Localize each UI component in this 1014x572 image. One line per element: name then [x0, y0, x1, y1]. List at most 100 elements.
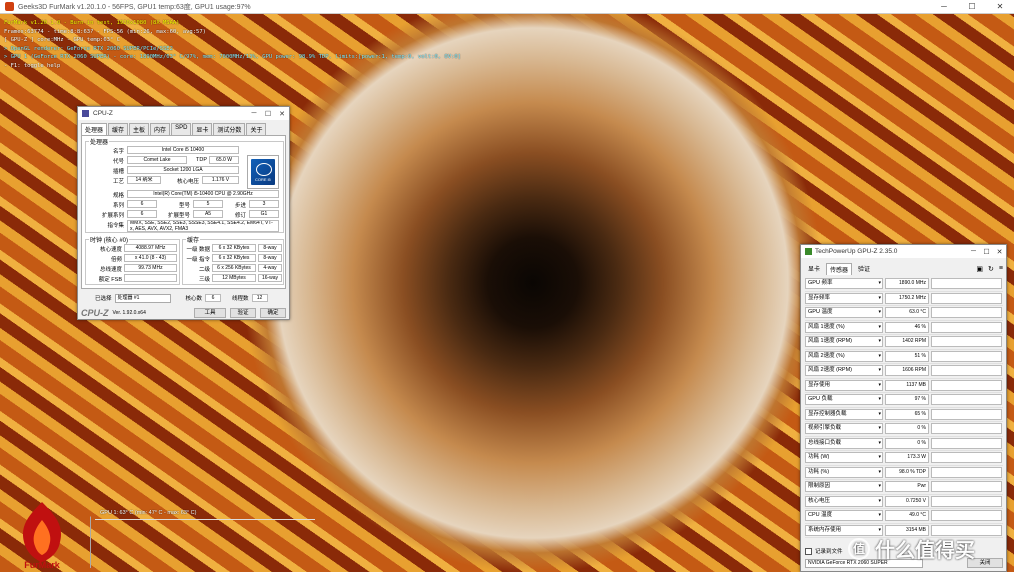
minimize-button[interactable]: ─ [247, 110, 261, 118]
minimize-button[interactable]: ─ [967, 248, 980, 256]
sensor-name-dropdown[interactable]: 总线接口负载 [805, 437, 883, 449]
voltage-value: 1.176 V [202, 176, 239, 184]
ext-family-value: 6 [127, 210, 157, 218]
cores-value: 6 [205, 294, 222, 302]
sensor-value: 51 % [885, 350, 929, 362]
maximize-button[interactable]: ☐ [261, 110, 275, 118]
sensor-row: 限制原因Pwr [805, 480, 1003, 495]
tab-memory[interactable]: 内存 [150, 123, 171, 135]
tab-mainboard[interactable]: 主板 [129, 123, 150, 135]
osd-line: Frames:63774 - time:8:8:63? - FPS:56 (mi… [4, 28, 206, 35]
sensor-row: 核心电压0.7250 V [805, 495, 1003, 509]
sensor-value: 1890.0 MHz [885, 278, 929, 290]
sensor-value: 0 % [885, 437, 929, 449]
tdp-label: TDP [196, 157, 207, 163]
sensor-graph [931, 437, 1002, 449]
gpuz-window: TechPowerUp GPU-Z 2.35.0 ─ ☐ ✕ 显卡 传感器 验证 ▣… [800, 244, 1007, 572]
sensor-name-dropdown[interactable]: 风扇 2速度 (%) [805, 350, 883, 362]
sensor-graph [931, 350, 1002, 362]
l2-label: 二级 [198, 267, 210, 273]
sensor-name-dropdown[interactable]: 风扇 1速度 (RPM) [805, 336, 883, 348]
intel-core-i5-logo: CORE i5 [247, 155, 279, 189]
package-value: Socket 1200 LGA [127, 166, 239, 174]
group-label: 处理器 [89, 137, 110, 146]
instructions-label: 指令集 [107, 223, 124, 229]
tab-cache[interactable]: 缓存 [108, 123, 129, 135]
multiplier-value: x 41.0 (8 - 43) [124, 254, 177, 262]
processor-select[interactable]: 处理器 #1 [114, 293, 171, 303]
tab-bench[interactable]: 测试分数 [213, 123, 246, 135]
sensor-row: GPU 温度63.0 °C [805, 306, 1003, 321]
sensor-name-dropdown[interactable]: 显存频率 [805, 292, 883, 304]
sensor-row: GPU 负载97 % [805, 393, 1003, 408]
sensor-name-dropdown[interactable]: 风扇 2速度 (RPM) [805, 365, 883, 377]
sensor-graph [931, 321, 1002, 333]
sensor-graph [931, 278, 1002, 290]
sensor-name-dropdown[interactable]: CPU 温度 [805, 510, 883, 522]
ok-button[interactable]: 确定 [260, 308, 286, 318]
l2-way: 4-way [258, 264, 282, 272]
ext-family-label: 扩展系列 [101, 213, 124, 219]
sensor-value: Pwr [885, 481, 929, 493]
codename-label: 代号 [112, 159, 124, 165]
smzdm-logo-icon: 值 [848, 537, 870, 560]
window-controls: ─ ☐ ✕ [930, 2, 1014, 11]
close-button[interactable]: ✕ [275, 110, 289, 118]
cpuz-brand: CPU-Z [81, 308, 109, 318]
sensor-graph [931, 510, 1002, 522]
tab-about[interactable]: 关于 [246, 123, 267, 135]
tab-spd[interactable]: SPD [171, 123, 192, 135]
maximize-button[interactable]: ☐ [958, 2, 986, 11]
sensor-name-dropdown[interactable]: 限制原因 [805, 481, 883, 493]
tab-graphics-card[interactable]: 显卡 [804, 262, 824, 275]
tools-button[interactable]: 工具 [194, 308, 226, 318]
sensor-graph [931, 336, 1002, 348]
sensor-name-dropdown[interactable]: 功耗 (W) [805, 452, 883, 464]
sensor-name-dropdown[interactable]: GPU 负载 [805, 394, 883, 406]
cpuz-footer: CPU-Z Ver. 1.92.0.x64 工具 验证 确定 [81, 307, 286, 319]
sensor-name-dropdown[interactable]: GPU 温度 [805, 307, 883, 319]
tab-processor[interactable]: 处理器 [81, 123, 108, 135]
ext-model-label: 扩展型号 [167, 213, 190, 219]
tab-sensors[interactable]: 传感器 [826, 262, 853, 275]
core-speed-label: 核心速度 [99, 247, 122, 253]
sensor-name-dropdown[interactable]: 视频引擎负载 [805, 423, 883, 435]
sensor-row: GPU 频率1890.0 MHz [805, 277, 1003, 292]
menu-icon[interactable]: ≡ [999, 265, 1003, 273]
refresh-icon[interactable]: ↻ [988, 265, 994, 273]
tab-validation[interactable]: 验证 [854, 262, 874, 275]
sensor-name-dropdown[interactable]: 风扇 1速度 (%) [805, 321, 883, 333]
threads-value: 12 [251, 294, 268, 302]
revision-label: 修订 [234, 213, 246, 219]
maximize-button[interactable]: ☐ [980, 248, 993, 256]
sensor-list: GPU 频率1890.0 MHz显存频率1750.2 MHzGPU 温度63.0… [805, 277, 1003, 538]
sensor-value: 98.0 % TDP [885, 466, 929, 478]
sensor-value: 0 % [885, 423, 929, 435]
camera-icon[interactable]: ▣ [976, 265, 983, 273]
sensor-value: 49.0 °C [885, 510, 929, 522]
spec-label: 规格 [112, 193, 124, 199]
gpuz-titlebar: TechPowerUp GPU-Z 2.35.0 ─ ☐ ✕ [801, 245, 1006, 258]
osd-line: FurMark v1.20.1.0 - Burn-in test, 1920x1… [4, 20, 180, 26]
svg-text:FurMark: FurMark [24, 560, 61, 570]
tab-graphics[interactable]: 显卡 [192, 123, 213, 135]
cpuz-titlebar: CPU-Z ─ ☐ ✕ [78, 107, 289, 120]
sensor-name-dropdown[interactable]: 显存使用 [805, 379, 883, 391]
close-button[interactable]: ✕ [986, 2, 1014, 11]
group-label: 时钟 (核心 #0) [89, 235, 130, 244]
sensor-name-dropdown[interactable]: 显存控制器负载 [805, 408, 883, 420]
validate-button[interactable]: 验证 [230, 308, 256, 318]
sensor-value: 1750.2 MHz [885, 292, 929, 304]
log-checkbox[interactable] [805, 547, 812, 555]
sensor-row: 显存频率1750.2 MHz [805, 292, 1003, 306]
osd-line: > GPU 1 (GeForce RTX 2060 SUPER) - core:… [4, 54, 461, 60]
sensor-graph [931, 495, 1002, 507]
sensor-name-dropdown[interactable]: GPU 频率 [805, 278, 883, 290]
voltage-label: 核心电压 [176, 179, 199, 185]
close-button[interactable]: ✕ [993, 248, 1006, 256]
sensor-name-dropdown[interactable]: 核心电压 [805, 495, 883, 507]
l1d-value: 6 x 32 KBytes [212, 244, 256, 252]
sensor-name-dropdown[interactable]: 功耗 (%) [805, 466, 883, 478]
temperature-graph [90, 516, 800, 568]
minimize-button[interactable]: ─ [930, 2, 958, 11]
